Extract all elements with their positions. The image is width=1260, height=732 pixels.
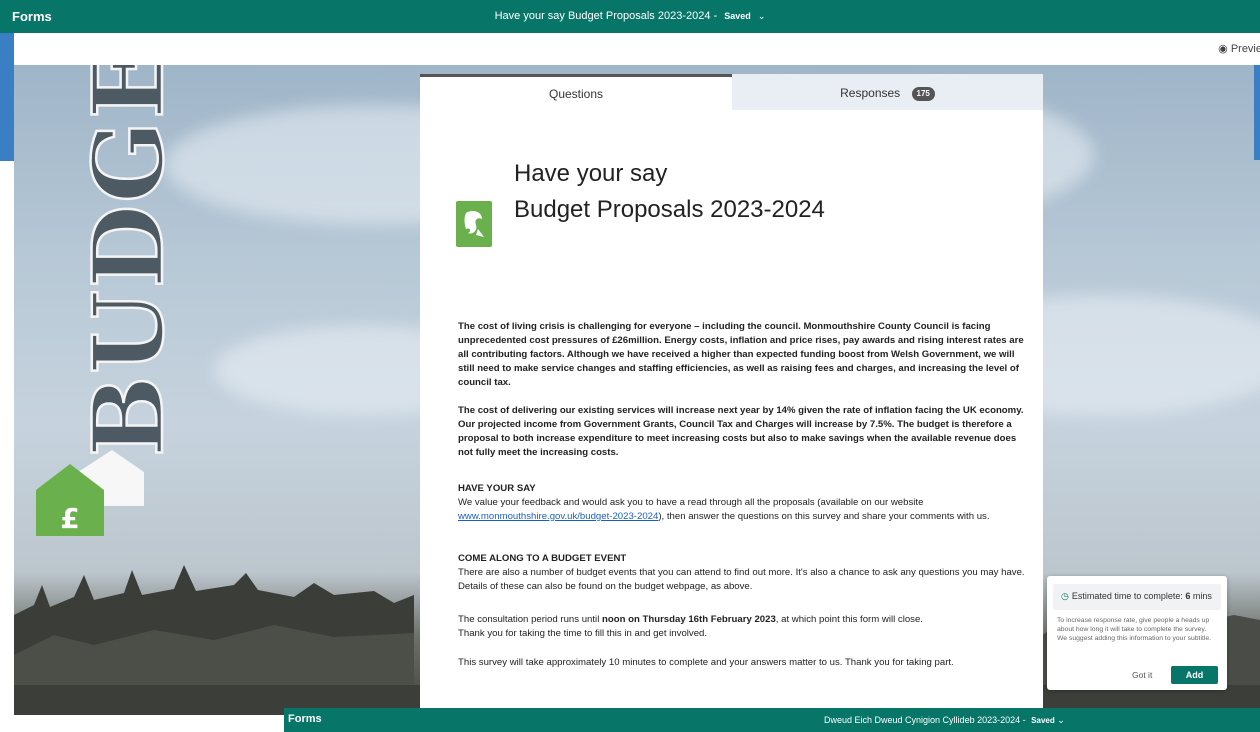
- welsh-title-separator: -: [1022, 715, 1026, 725]
- budget-banner: BUDGET: [71, 65, 187, 458]
- estimated-time-header: ◷ Estimated time to complete: 6 mins: [1053, 584, 1221, 610]
- tab-responses-label: Responses: [840, 86, 901, 100]
- chevron-down-icon[interactable]: ⌄: [758, 11, 766, 21]
- intro-paragraph-2: The cost of delivering our existing serv…: [458, 405, 1024, 458]
- consultation-period-text: The consultation period runs until noon …: [458, 613, 1028, 641]
- form-title[interactable]: Have your say Budget Proposals 2023-2024: [495, 10, 711, 22]
- title-separator: -: [713, 10, 718, 22]
- have-your-say-text-start: We value your feedback and would ask you…: [458, 497, 924, 508]
- got-it-button[interactable]: Got it: [1132, 670, 1152, 680]
- budget-website-link[interactable]: www.monmouthshire.gov.uk/budget-2023-202…: [458, 511, 658, 522]
- second-window-bar: Forms Dweud Eich Dweud Cynigion Cyllideb…: [284, 708, 1260, 732]
- dragon-icon: [464, 211, 484, 237]
- tab-questions-label: Questions: [548, 87, 604, 101]
- estimated-time-label: Estimated time to complete:: [1071, 591, 1186, 601]
- thank-you-text: Thank you for taking the time to fill th…: [458, 628, 708, 639]
- app-name-secondary[interactable]: Forms: [288, 713, 322, 725]
- have-your-say-section: HAVE YOUR SAY We value your feedback and…: [458, 482, 1028, 524]
- add-button[interactable]: Add: [1171, 666, 1218, 684]
- have-your-say-text: We value your feedback and would ask you…: [458, 496, 1028, 524]
- consultation-text-start: The consultation period runs until: [458, 614, 602, 625]
- top-bar: Forms Have your say Budget Proposals 202…: [0, 0, 1260, 33]
- left-edge-strip: [0, 33, 14, 161]
- house-icons: £: [36, 450, 144, 536]
- pound-sign: £: [60, 502, 79, 535]
- budget-event-heading: COME ALONG TO A BUDGET EVENT: [458, 553, 627, 564]
- preview-label: Previe: [1230, 43, 1260, 55]
- tab-responses[interactable]: Responses 175: [732, 74, 1043, 110]
- consultation-text-end: , at which point this form will close.: [775, 614, 923, 625]
- right-edge-strip: [1254, 65, 1260, 160]
- tab-questions[interactable]: Questions: [420, 74, 732, 110]
- have-your-say-heading: HAVE YOUR SAY: [458, 483, 536, 494]
- budget-event-section: COME ALONG TO A BUDGET EVENT There are a…: [458, 552, 1028, 594]
- survey-duration-text: This survey will take approximately 10 m…: [458, 657, 954, 668]
- estimated-time-popover: ◷ Estimated time to complete: 6 mins To i…: [1047, 576, 1227, 690]
- clock-icon: ◷: [1061, 591, 1069, 601]
- form-card: Have your say Budget Proposals 2023-2024…: [420, 110, 1043, 708]
- form-title-line2[interactable]: Budget Proposals 2023-2024: [514, 196, 825, 224]
- responses-count-badge: 175: [911, 86, 935, 101]
- have-your-say-text-end: ), then answer the questions on this sur…: [658, 511, 990, 522]
- command-bar: ◉ Previe: [14, 33, 1260, 65]
- budget-event-text: There are also a number of budget events…: [458, 567, 1025, 592]
- welsh-form-title: Dweud Eich Dweud Cynigion Cyllideb 2023-…: [824, 715, 1021, 725]
- chevron-down-icon[interactable]: ⌄: [1057, 715, 1065, 725]
- form-title-bar[interactable]: Have your say Budget Proposals 2023-2024…: [0, 10, 1260, 22]
- intro-paragraph-1: The cost of living crisis is challenging…: [458, 321, 1024, 388]
- form-title-line1[interactable]: Have your say: [514, 160, 667, 188]
- welsh-saved-status: Saved: [1031, 716, 1055, 725]
- form-tabs: Questions Responses 175: [420, 74, 1043, 110]
- estimated-unit: mins: [1190, 591, 1212, 601]
- welsh-form-title-bar[interactable]: Dweud Eich Dweud Cynigion Cyllideb 2023-…: [824, 715, 1065, 726]
- preview-button[interactable]: ◉ Previe: [1218, 42, 1260, 55]
- eye-icon: ◉: [1218, 43, 1228, 55]
- council-logo: [456, 201, 492, 247]
- saved-status: Saved: [724, 11, 751, 21]
- popover-description: To increase response rate, give people a…: [1057, 617, 1212, 642]
- deadline-text: noon on Thursday 16th February 2023: [602, 614, 776, 625]
- budget-word: BUDGET: [72, 65, 185, 457]
